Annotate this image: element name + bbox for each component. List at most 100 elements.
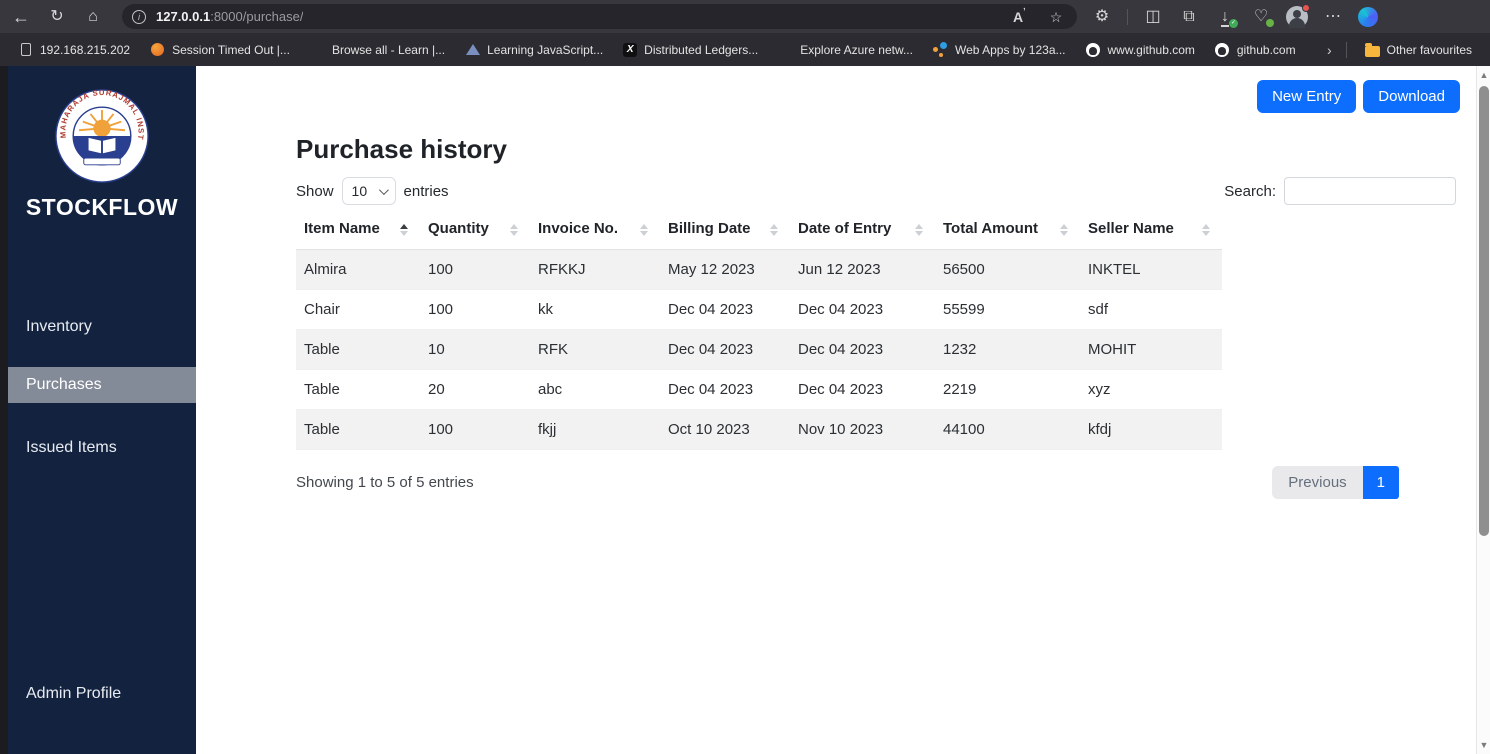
search-label: Search: [1224, 182, 1276, 200]
main-content: New Entry Download Purchase history Show… [196, 66, 1476, 754]
bookmark-item[interactable]: github.com [1207, 38, 1304, 61]
home-icon[interactable]: ⌂ [82, 8, 104, 25]
entries-select[interactable]: 10 [341, 177, 396, 205]
cell-invoice-no: kk [538, 300, 553, 318]
sidebar-item-issued-items[interactable]: Issued Items [8, 430, 196, 466]
collections-icon[interactable]: ⧉ [1178, 8, 1200, 25]
bookmark-item[interactable]: Browse all - Learn |... [302, 38, 453, 61]
page-scrollbar[interactable]: ▲ ▼ [1476, 66, 1490, 754]
url-path: :8000/purchase/ [210, 9, 304, 24]
column-header-label: Item Name [304, 220, 380, 238]
brand-name: STOCKFLOW [25, 194, 179, 220]
sidebar-nav: Inventory Purchases Issued Items [8, 309, 196, 466]
table-header-row: Item Name Quantity Invoice No. Billing D… [296, 215, 1222, 250]
cell-quantity: 100 [428, 260, 454, 278]
essentials-badge [1266, 18, 1274, 27]
read-aloud-icon[interactable]: A [1007, 7, 1029, 24]
x-logo-icon: X [623, 42, 638, 57]
sidebar-item-admin-profile[interactable]: Admin Profile [8, 676, 196, 712]
table-row: Table 20 abc Dec 04 2023 Dec 04 2023 221… [296, 369, 1222, 409]
bookmark-label: Learning JavaScript... [487, 42, 604, 57]
profile-notification-dot [1302, 3, 1310, 12]
learning-icon [465, 42, 480, 57]
search-input[interactable] [1284, 177, 1456, 205]
bookmark-label: Distributed Ledgers... [644, 42, 759, 57]
column-header-seller-name[interactable]: Seller Name [1080, 215, 1222, 250]
back-icon[interactable]: ← [10, 8, 32, 26]
cell-invoice-no: RFKKJ [538, 260, 586, 278]
cell-seller-name: MOHIT [1088, 340, 1137, 358]
copilot-icon[interactable] [1358, 6, 1378, 27]
cell-invoice-no: abc [538, 380, 563, 398]
bookmarks-overflow-chevron[interactable]: › [1323, 42, 1336, 58]
sort-icon [640, 224, 648, 237]
downloads-arrow: ↓ [1221, 7, 1229, 27]
search-control: Search: [1224, 177, 1456, 205]
site-info-icon[interactable]: i [132, 9, 146, 24]
column-header-item-name[interactable]: Item Name [296, 215, 420, 250]
browser-essentials-icon[interactable]: ♡ [1250, 8, 1274, 27]
column-header-date-of-entry[interactable]: Date of Entry [790, 215, 935, 250]
table-row: Almira 100 RFKKJ May 12 2023 Jun 12 2023… [296, 249, 1222, 289]
github-logo-icon [1215, 42, 1230, 57]
entries-info: Showing 1 to 5 of 5 entries [296, 473, 474, 491]
column-header-quantity[interactable]: Quantity [420, 215, 530, 250]
bookmark-label: 192.168.215.202 [40, 42, 131, 57]
toolbar-divider [1127, 8, 1128, 25]
bookmark-item[interactable]: Explore Azure netw... [770, 38, 921, 61]
split-screen-icon[interactable]: ◫ [1142, 8, 1164, 25]
other-favourites-button[interactable]: Other favourites [1357, 38, 1480, 61]
cell-invoice-no: fkjj [538, 420, 557, 438]
downloads-icon[interactable]: ↓ ✓ [1214, 7, 1238, 28]
bookmark-label: github.com [1236, 42, 1296, 57]
cell-item-name: Chair [304, 300, 340, 318]
bookmark-label: Browse all - Learn |... [331, 42, 446, 57]
bookmark-item[interactable]: Session Timed Out |... [142, 38, 298, 61]
cell-date-of-entry: Jun 12 2023 [798, 260, 881, 278]
profile-avatar[interactable] [1286, 3, 1310, 28]
cell-total-amount: 44100 [943, 420, 985, 438]
table-row: Table 10 RFK Dec 04 2023 Dec 04 2023 123… [296, 329, 1222, 369]
sidebar-item-inventory[interactable]: Inventory [8, 309, 196, 345]
scroll-down-arrow-icon[interactable]: ▼ [1477, 738, 1490, 752]
column-header-invoice-no[interactable]: Invoice No. [530, 215, 660, 250]
scroll-up-arrow-icon[interactable]: ▲ [1477, 68, 1490, 82]
column-header-total-amount[interactable]: Total Amount [935, 215, 1080, 250]
cell-seller-name: sdf [1088, 300, 1109, 318]
refresh-icon[interactable]: ↻ [46, 8, 68, 25]
bookmark-item[interactable]: www.github.com [1078, 38, 1203, 61]
bookmark-item[interactable]: 192.168.215.202 [10, 38, 138, 61]
scrollbar-thumb[interactable] [1479, 86, 1489, 536]
column-header-billing-date[interactable]: Billing Date [660, 215, 790, 250]
cell-billing-date: Dec 04 2023 [668, 300, 754, 318]
favorite-star-icon[interactable]: ☆ [1045, 10, 1067, 24]
cell-total-amount: 2219 [943, 380, 977, 398]
sort-icon [1202, 224, 1210, 237]
bookmark-label: www.github.com [1107, 42, 1195, 57]
table-controls: Show 10 entries Search: [296, 177, 1456, 205]
bookmark-item[interactable]: Web Apps by 123a... [925, 38, 1074, 61]
page-1-button[interactable]: 1 [1362, 465, 1399, 499]
more-menu-icon[interactable]: ⋯ [1322, 8, 1344, 25]
sidebar-item-purchases[interactable]: Purchases [8, 367, 196, 403]
previous-page-button[interactable]: Previous [1272, 465, 1363, 499]
purchase-table: Item Name Quantity Invoice No. Billing D… [296, 215, 1222, 450]
address-bar[interactable]: i 127.0.0.1:8000/purchase/ A ☆ [122, 4, 1077, 29]
chevron-down-icon [378, 184, 389, 195]
new-entry-button[interactable]: New Entry [1257, 80, 1357, 113]
sort-icon [510, 224, 518, 237]
bookmark-label: Explore Azure netw... [800, 42, 913, 57]
sort-icon [915, 224, 923, 237]
bookmarks-divider [1345, 41, 1347, 58]
sort-icon [1060, 224, 1068, 237]
bookmark-item[interactable]: X Distributed Ledgers... [615, 39, 766, 61]
column-header-label: Billing Date [668, 220, 751, 238]
bookmark-item[interactable]: Learning JavaScript... [457, 38, 611, 61]
institute-emblem-icon: MAHARAJA SURAJMAL INSTITUTE [54, 88, 149, 183]
url-text: 127.0.0.1:8000/purchase/ [156, 9, 303, 24]
cell-billing-date: Dec 04 2023 [668, 340, 754, 358]
column-header-label: Invoice No. [538, 220, 619, 238]
extensions-icon[interactable]: ⚙ [1091, 8, 1113, 25]
download-button[interactable]: Download [1363, 80, 1460, 113]
table-footer: Showing 1 to 5 of 5 entries Previous 1 [296, 465, 1399, 499]
